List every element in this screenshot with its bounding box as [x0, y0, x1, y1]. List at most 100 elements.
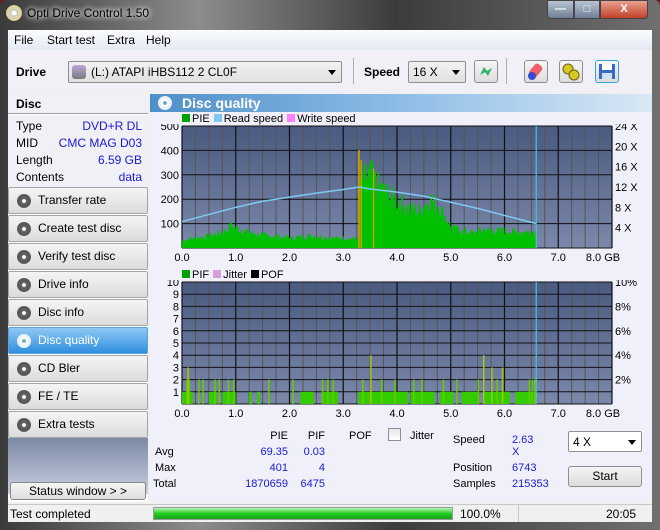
toolbar-separator [353, 58, 354, 84]
menu-extra[interactable]: Extra [107, 33, 135, 47]
nav-label: Disc quality [38, 333, 100, 347]
y2-tick-label: 20 X [615, 141, 638, 153]
nav-label: Transfer rate [38, 193, 107, 207]
client-area: File Start test Extra Help Drive (L:) AT… [8, 30, 652, 522]
pif-spike [496, 379, 498, 404]
erase-button[interactable] [524, 60, 548, 83]
pif-spike [442, 379, 445, 404]
nav-label: Create test disc [38, 221, 122, 235]
extra-tests-icon [17, 418, 31, 432]
nav-cd-bler[interactable]: CD Bler [8, 355, 148, 382]
refresh-button[interactable] [474, 60, 498, 83]
x-tick-label: 4.0 [389, 408, 404, 420]
nav-extra-tests[interactable]: Extra tests [8, 411, 148, 438]
pif-spike [218, 379, 221, 404]
drive-select[interactable]: (L:) ATAPI iHBS112 2 CL0F [68, 61, 342, 83]
nav-label: CD Bler [38, 361, 81, 375]
settings-icon [562, 63, 580, 81]
y2-tick-label: 12 X [615, 182, 638, 194]
x-tick-label: 5.0 [443, 252, 458, 264]
y-tick-label: 9 [173, 289, 179, 301]
avg-pif-value: 0.03 [303, 446, 325, 458]
pif-spike [501, 367, 504, 404]
drive-icon [72, 65, 86, 79]
test-speed-select[interactable]: 4 X [568, 431, 642, 452]
status-window-button[interactable]: Status window > > [10, 482, 146, 500]
nav-label: Extra tests [38, 417, 95, 431]
menu-file[interactable]: File [14, 33, 33, 47]
pif-spike [491, 367, 493, 404]
avg-label: Avg [155, 446, 174, 458]
y2-tick-label: 8% [615, 301, 631, 313]
test-speed-value: 4 X [573, 435, 592, 449]
nav-transfer-rate[interactable]: Transfer rate [8, 187, 148, 214]
pif-chart: 0.0 1.0 2.0 3.0 4.0 5.0 6.0 7.0 8.0 GB1234567891… [167, 280, 637, 420]
jitter-checkbox[interactable] [388, 428, 401, 441]
transfer-rate-icon [17, 194, 31, 208]
menu-start-test[interactable]: Start test [47, 33, 95, 47]
stats-header-pof: POF [349, 430, 372, 442]
nav-drive-info[interactable]: Drive info [8, 271, 148, 298]
jitter-label: Jitter [410, 430, 434, 442]
max-pif-value: 4 [318, 462, 325, 474]
progress-text: 100.0% [460, 507, 501, 521]
y-tick-label: 8 [173, 301, 179, 313]
minimize-button[interactable]: — [547, 0, 574, 19]
pif-spike [321, 379, 324, 404]
y-tick-label: 10 [167, 280, 179, 289]
nav-disc-quality[interactable]: Disc quality [8, 327, 148, 354]
nav-fe-te[interactable]: FE / TE [8, 383, 148, 410]
pif-spike [477, 379, 480, 404]
pif-spike [421, 379, 423, 404]
pif-spike [534, 379, 536, 404]
title-bar[interactable]: Opti Drive Control 1.50 — □ X [0, 0, 660, 28]
y2-tick-label: 4 X [615, 223, 632, 235]
refresh-icon [480, 67, 492, 76]
pif-baseline [300, 391, 314, 404]
menu-help[interactable]: Help [146, 33, 171, 47]
pif-baseline [440, 391, 454, 404]
maximize-button[interactable]: □ [574, 0, 600, 19]
pif-spike [362, 379, 364, 404]
disc-type-row: Type DVD+R DL [16, 119, 142, 133]
nav-disc-info[interactable]: Disc info [8, 299, 148, 326]
pif-baseline [358, 391, 408, 404]
speed-stat-label: Speed [453, 434, 485, 446]
progress-fill [154, 508, 452, 519]
y-tick-label: 200 [161, 194, 179, 206]
pif-spike [456, 379, 458, 404]
speed-label: Speed [364, 65, 401, 79]
x-tick-label: 1.0 [228, 252, 243, 264]
nav-create-test-disc[interactable]: Create test disc [8, 215, 148, 242]
pie-spike [360, 160, 362, 248]
disc-header: Disc [8, 94, 148, 114]
disc-length-label: Length [16, 153, 53, 167]
x-tick-label: 1.0 [228, 408, 243, 420]
x-tick-label: 2.0 [282, 252, 297, 264]
disc-type-value: DVD+R DL [82, 119, 142, 133]
panel-header: Disc quality [150, 94, 652, 112]
nav-label: Disc info [38, 305, 85, 319]
pif-baseline [249, 391, 252, 404]
x-tick-label: 2.0 [282, 408, 297, 420]
nav-verify-test-disc[interactable]: Verify test disc [8, 243, 148, 270]
disc-mid-value: CMC MAG D03 [58, 136, 142, 150]
chevron-down-icon [628, 440, 636, 445]
save-button[interactable] [595, 60, 619, 83]
pif-spike [233, 379, 235, 404]
y2-tick-label: 16 X [615, 162, 638, 174]
samples-label: Samples [453, 478, 496, 490]
close-button[interactable]: X [600, 0, 648, 19]
settings-button[interactable] [559, 60, 583, 83]
cd-bler-icon [17, 362, 31, 376]
x-tick-label: 0.0 [174, 408, 189, 420]
x-tick-label: 3.0 [336, 408, 351, 420]
create-disc-icon [17, 222, 31, 236]
y-tick-label: 3 [173, 362, 179, 374]
pie-spike [372, 168, 375, 248]
pif-spike [202, 379, 204, 404]
disc-quality-icon [17, 334, 31, 348]
speed-select[interactable]: 16 X [408, 61, 466, 83]
chevron-down-icon [328, 70, 336, 75]
start-button[interactable]: Start [568, 466, 642, 487]
